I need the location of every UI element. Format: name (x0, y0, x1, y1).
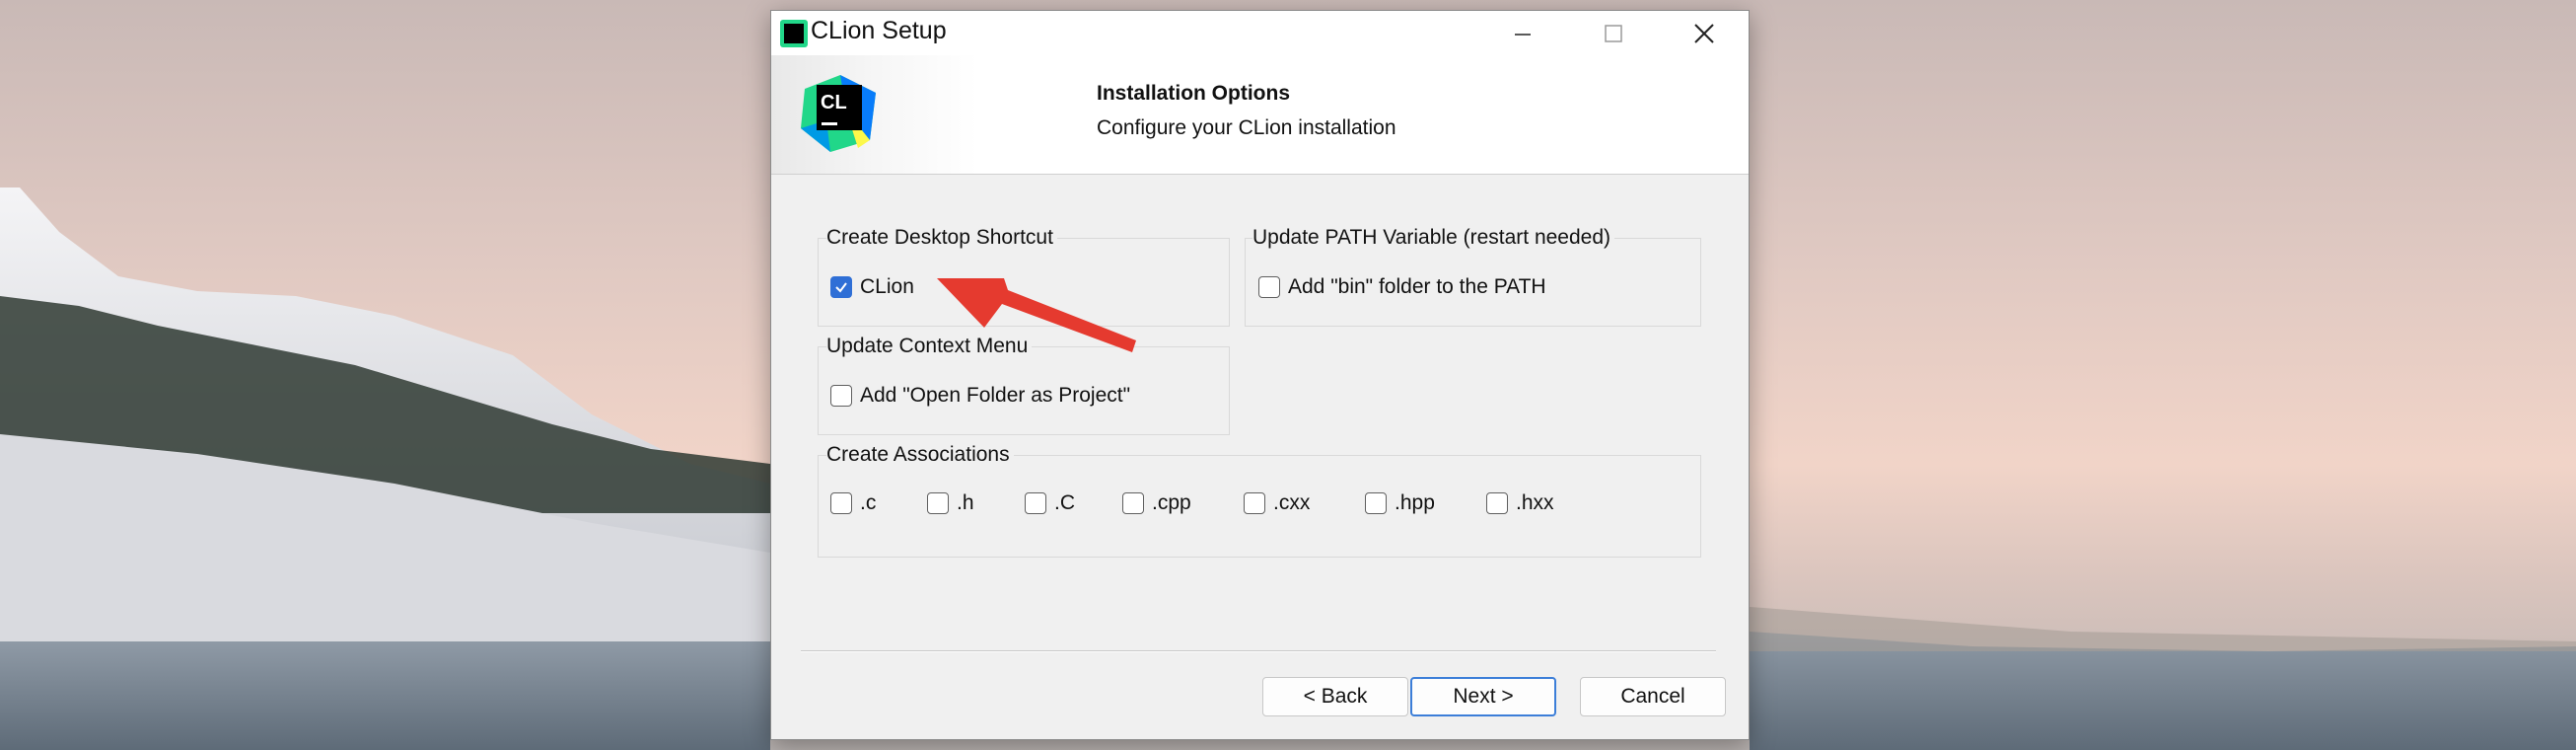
assoc-hpp-text: .hpp (1395, 491, 1435, 514)
assoc-hxx-checkbox[interactable] (1486, 492, 1508, 514)
desktop-shortcut-label: Create Desktop Shortcut (826, 226, 1057, 250)
close-button[interactable] (1659, 11, 1750, 55)
open-folder-option[interactable]: Add "Open Folder as Project" (830, 384, 1130, 408)
context-menu-label: Update Context Menu (826, 335, 1033, 358)
clion-app-icon (780, 20, 808, 47)
page-subtitle: Configure your CLion installation (1097, 116, 1396, 139)
open-folder-checkbox[interactable] (830, 385, 852, 407)
setup-dialog: CLion Setup CL Installation Options Conf… (770, 10, 1750, 740)
assoc-c-option[interactable]: .c (830, 491, 876, 515)
assoc-c-text: .c (860, 491, 877, 514)
footer-separator (801, 650, 1716, 652)
next-button[interactable]: Next > (1410, 677, 1556, 716)
assoc-hxx-option[interactable]: .hxx (1486, 491, 1554, 515)
add-bin-path-option[interactable]: Add "bin" folder to the PATH (1258, 275, 1546, 299)
assoc-cxx-checkbox[interactable] (1244, 492, 1265, 514)
title-bar[interactable]: CLion Setup (771, 11, 1749, 55)
close-icon (1694, 23, 1714, 43)
clion-shortcut-text: CLion (860, 275, 914, 298)
open-folder-text: Add "Open Folder as Project" (860, 384, 1131, 407)
path-variable-label: Update PATH Variable (restart needed) (1252, 226, 1615, 250)
add-bin-path-checkbox[interactable] (1258, 276, 1280, 298)
assoc-h-checkbox[interactable] (927, 492, 949, 514)
logo-text: CL (821, 92, 847, 113)
clion-shortcut-checkbox[interactable] (830, 276, 852, 298)
minimize-button[interactable] (1477, 11, 1568, 55)
clion-logo: CL (801, 75, 876, 152)
assoc-h-option[interactable]: .h (927, 491, 974, 515)
assoc-c-checkbox[interactable] (830, 492, 852, 514)
maximize-button[interactable] (1568, 11, 1659, 55)
associations-label: Create Associations (826, 443, 1014, 467)
assoc-h-text: .h (957, 491, 974, 514)
assoc-cxx-text: .cxx (1273, 491, 1311, 514)
assoc-cpp-text: .cpp (1152, 491, 1191, 514)
assoc-hxx-text: .hxx (1516, 491, 1554, 514)
assoc-cpp-checkbox[interactable] (1122, 492, 1144, 514)
back-button[interactable]: < Back (1262, 677, 1408, 716)
assoc-hpp-checkbox[interactable] (1365, 492, 1387, 514)
assoc-C-checkbox[interactable] (1025, 492, 1046, 514)
window-title: CLion Setup (811, 17, 947, 44)
assoc-C-text: .C (1054, 491, 1075, 514)
assoc-C-option[interactable]: .C (1025, 491, 1075, 515)
assoc-cpp-option[interactable]: .cpp (1122, 491, 1191, 515)
assoc-hpp-option[interactable]: .hpp (1365, 491, 1435, 515)
clion-shortcut-option[interactable]: CLion (830, 275, 914, 299)
assoc-cxx-option[interactable]: .cxx (1244, 491, 1310, 515)
maximize-icon (1605, 24, 1622, 42)
cancel-button[interactable]: Cancel (1580, 677, 1726, 716)
header-panel: CL Installation Options Configure your C… (771, 55, 1749, 175)
add-bin-path-text: Add "bin" folder to the PATH (1288, 275, 1546, 298)
minimize-icon (1515, 33, 1531, 36)
page-title: Installation Options (1097, 82, 1291, 105)
checkmark-icon (835, 282, 847, 293)
